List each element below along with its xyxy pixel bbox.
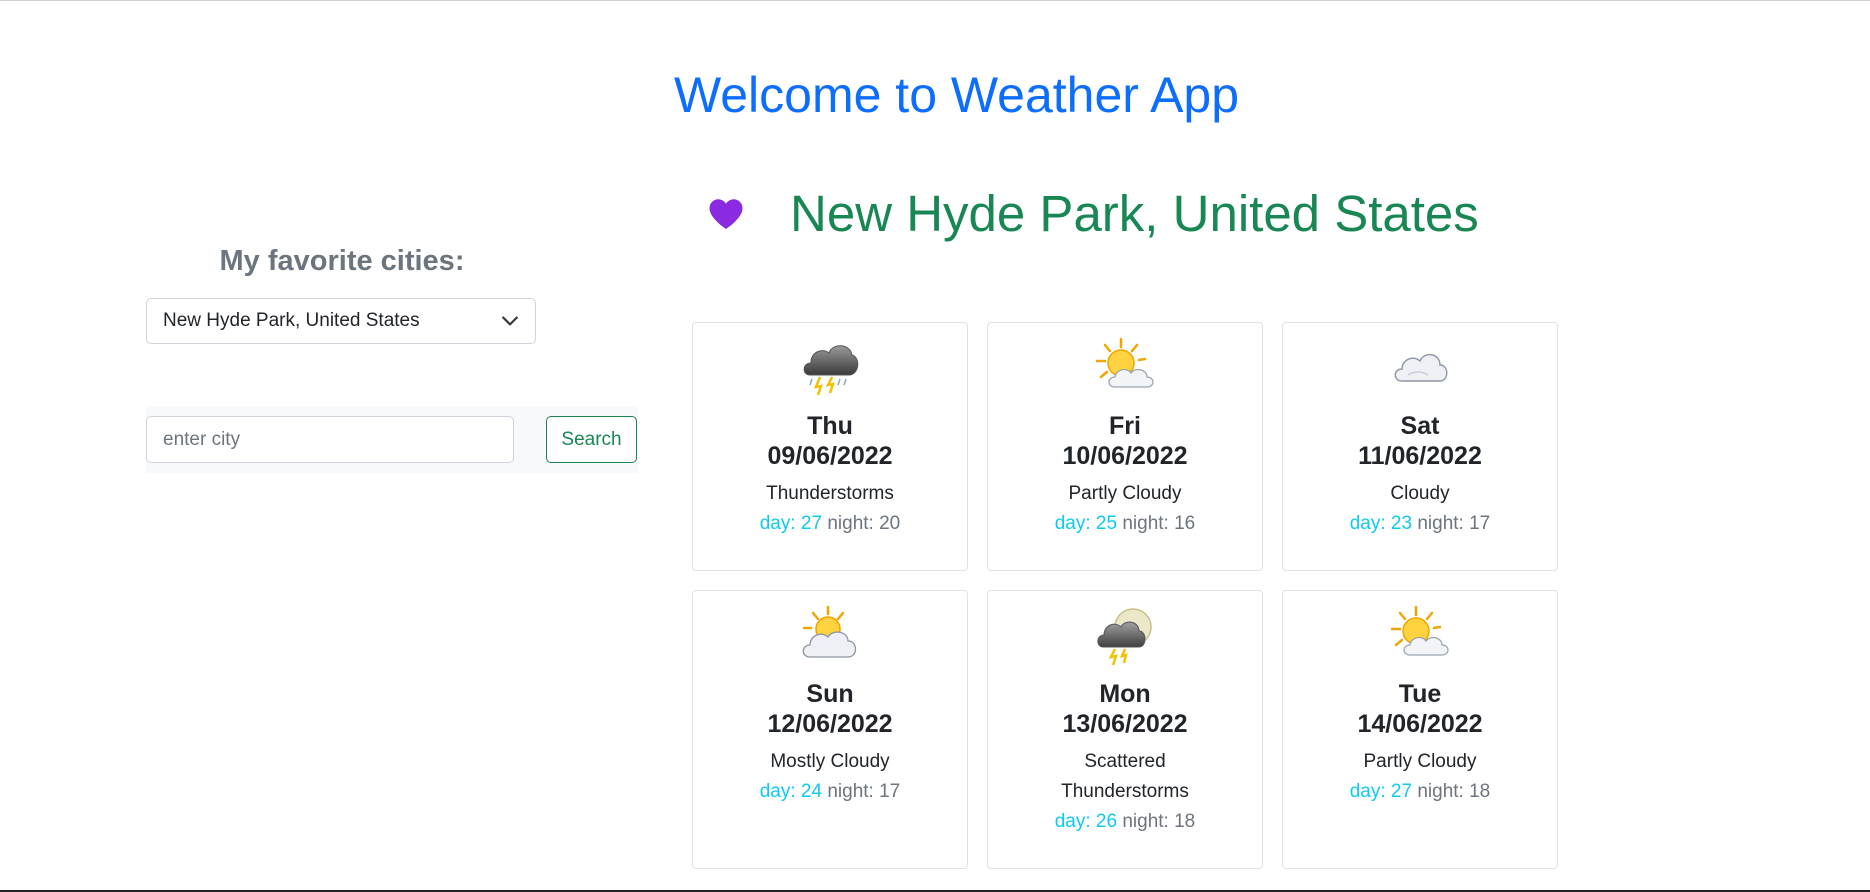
partly-cloudy-icon <box>1390 605 1449 656</box>
forecast-temps: day: 27 night: 18 <box>1283 777 1557 807</box>
day-temp: day: 27 <box>759 513 823 534</box>
forecast-card: Mon 13/06/2022 Scattered Thunderstorms d… <box>987 590 1263 869</box>
forecast-condition: Thunderstorms <box>766 483 894 504</box>
forecast-condition: Partly Cloudy <box>1363 751 1477 772</box>
forecast-day: Fri <box>1109 412 1141 440</box>
forecast-temps: day: 24 night: 17 <box>693 777 967 807</box>
chevron-down-icon <box>502 316 518 326</box>
search-form: Search <box>146 406 638 473</box>
forecast-temps: day: 26 night: 18 <box>988 807 1262 837</box>
thunderstorm-icon <box>803 345 859 396</box>
city-header: New Hyde Park, United States <box>708 179 1479 249</box>
forecast-date: 12/06/2022 <box>767 710 893 738</box>
forecast-card: Sun 12/06/2022 Mostly Cloudy day: 24 nig… <box>692 590 968 869</box>
scattered-thunderstorms-icon <box>1097 608 1152 666</box>
forecast-grid: Thu 09/06/2022 Thunderstorms day: 27 nig… <box>692 322 1564 892</box>
night-temp: night: 16 <box>1122 513 1196 534</box>
forecast-condition: Scattered Thunderstorms <box>1061 751 1189 802</box>
forecast-card: Fri 10/06/2022 Partly Cloudy day: 25 nig… <box>987 322 1263 571</box>
day-temp: day: 24 <box>759 781 823 802</box>
forecast-day: Sat <box>1400 412 1440 440</box>
forecast-temps: day: 23 night: 17 <box>1283 509 1557 539</box>
forecast-date: 11/06/2022 <box>1358 442 1482 470</box>
forecast-date: 09/06/2022 <box>767 442 893 470</box>
city-name: New Hyde Park, United States <box>790 185 1479 242</box>
day-temp: day: 25 <box>1054 513 1118 534</box>
search-input[interactable] <box>146 416 514 463</box>
day-temp: day: 26 <box>1054 811 1118 832</box>
forecast-day: Thu <box>807 412 853 440</box>
favorite-cities-select[interactable]: New Hyde Park, United States <box>146 298 536 344</box>
page-title: Welcome to Weather App <box>673 67 1240 123</box>
forecast-card: Sat 11/06/2022 Cloudy day: 23 night: 17 <box>1282 322 1558 571</box>
forecast-day: Mon <box>1099 680 1151 708</box>
forecast-date: 10/06/2022 <box>1062 442 1188 470</box>
search-button[interactable]: Search <box>546 416 637 463</box>
night-temp: night: 18 <box>1122 811 1196 832</box>
forecast-condition: Partly Cloudy <box>1068 483 1182 504</box>
heart-icon[interactable] <box>708 197 744 231</box>
mostly-cloudy-icon <box>802 605 857 658</box>
favorites-title: My favorite cities: <box>219 245 465 277</box>
night-temp: night: 18 <box>1417 781 1491 802</box>
night-temp: night: 20 <box>827 513 901 534</box>
forecast-condition: Mostly Cloudy <box>770 751 890 772</box>
favorite-cities-selected: New Hyde Park, United States <box>163 310 420 331</box>
forecast-condition: Cloudy <box>1390 483 1450 504</box>
day-temp: day: 27 <box>1349 781 1413 802</box>
day-temp: day: 23 <box>1349 513 1413 534</box>
partly-cloudy-icon <box>1095 337 1154 388</box>
forecast-date: 14/06/2022 <box>1357 710 1483 738</box>
forecast-day: Sun <box>806 680 854 708</box>
night-temp: night: 17 <box>1417 513 1491 534</box>
forecast-date: 13/06/2022 <box>1062 710 1188 738</box>
cloudy-icon <box>1394 354 1448 382</box>
night-temp: night: 17 <box>827 781 901 802</box>
forecast-day: Tue <box>1398 680 1442 708</box>
forecast-card: Thu 09/06/2022 Thunderstorms day: 27 nig… <box>692 322 968 571</box>
forecast-card: Tue 14/06/2022 Partly Cloudy day: 27 nig… <box>1282 590 1558 869</box>
forecast-temps: day: 27 night: 20 <box>693 509 967 539</box>
forecast-temps: day: 25 night: 16 <box>988 509 1262 539</box>
